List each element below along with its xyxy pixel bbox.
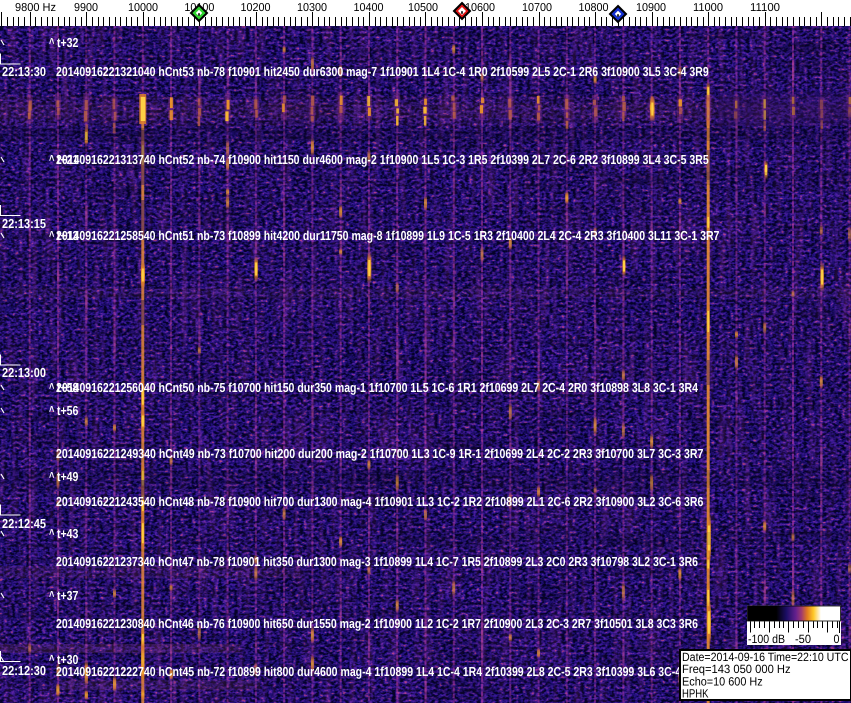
svg-text:10900: 10900 — [636, 2, 666, 14]
svg-text:t+30: t+30 — [57, 652, 78, 667]
svg-text:HPHK: HPHK — [682, 687, 709, 701]
svg-text:10400: 10400 — [354, 2, 384, 14]
svg-text:t+13: t+13 — [57, 228, 78, 243]
svg-text:10300: 10300 — [297, 2, 327, 14]
svg-text:^: ^ — [49, 526, 55, 541]
svg-text:11100: 11100 — [750, 2, 780, 14]
svg-text:10700: 10700 — [522, 2, 552, 14]
svg-text:9900: 9900 — [74, 2, 98, 14]
svg-text:^: ^ — [49, 380, 55, 395]
svg-text:20140916221256040 hCnt50 nb-75: 20140916221256040 hCnt50 nb-75 f10700 hi… — [56, 380, 699, 395]
svg-text:22:13:00: 22:13:00 — [2, 365, 46, 380]
svg-text:t+21: t+21 — [57, 152, 78, 167]
svg-text:20140916221258540 hCnt51 nb-73: 20140916221258540 hCnt51 nb-73 f10899 hi… — [56, 228, 719, 243]
svg-text:t+58: t+58 — [57, 380, 78, 395]
svg-text:10200: 10200 — [241, 2, 271, 14]
svg-text:20140916221237340 hCnt47 nb-78: 20140916221237340 hCnt47 nb-78 f10901 hi… — [56, 554, 698, 569]
svg-text:22:12:45: 22:12:45 — [2, 516, 46, 531]
svg-text:9800 Hz: 9800 Hz — [15, 2, 56, 14]
svg-text:^: ^ — [49, 588, 55, 603]
svg-text:22:13:30: 22:13:30 — [2, 64, 46, 79]
svg-text:22:12:30: 22:12:30 — [2, 663, 46, 678]
svg-text:20140916221321040 hCnt53 nb-78: 20140916221321040 hCnt53 nb-78 f10901 hi… — [56, 64, 709, 79]
svg-text:^: ^ — [49, 469, 55, 484]
svg-text:20140916221249340 hCnt49 nb-73: 20140916221249340 hCnt49 nb-73 f10700 hi… — [56, 446, 703, 461]
svg-text:10500: 10500 — [408, 2, 438, 14]
svg-text:^: ^ — [49, 35, 55, 50]
svg-text:20140916221230840 hCnt46 nb-76: 20140916221230840 hCnt46 nb-76 f10900 hi… — [56, 616, 698, 631]
svg-text:10000: 10000 — [128, 2, 158, 14]
svg-text:10800: 10800 — [579, 2, 609, 14]
svg-text:t+37: t+37 — [57, 588, 78, 603]
svg-text:11000: 11000 — [693, 2, 723, 14]
svg-text:^: ^ — [49, 152, 55, 167]
svg-text:^: ^ — [49, 228, 55, 243]
svg-text:22:13:15: 22:13:15 — [2, 216, 46, 231]
svg-text:20140916221222740 hCnt45 nb-72: 20140916221222740 hCnt45 nb-72 f10899 hi… — [56, 664, 703, 679]
svg-text:^: ^ — [49, 652, 55, 667]
svg-text:t+56: t+56 — [57, 403, 78, 418]
svg-text:20140916221243540 hCnt48 nb-78: 20140916221243540 hCnt48 nb-78 f10900 hi… — [56, 494, 703, 509]
svg-text:-100 dB: -100 dB — [748, 632, 785, 646]
svg-text:t+49: t+49 — [57, 469, 78, 484]
svg-text:t+32: t+32 — [57, 35, 78, 50]
svg-text:^: ^ — [49, 403, 55, 418]
svg-text:-50: -50 — [795, 632, 811, 646]
svg-text:20140916221313740 hCnt52 nb-74: 20140916221313740 hCnt52 nb-74 f10900 hi… — [56, 152, 709, 167]
svg-text:t+43: t+43 — [57, 526, 78, 541]
svg-text:0: 0 — [834, 632, 840, 646]
